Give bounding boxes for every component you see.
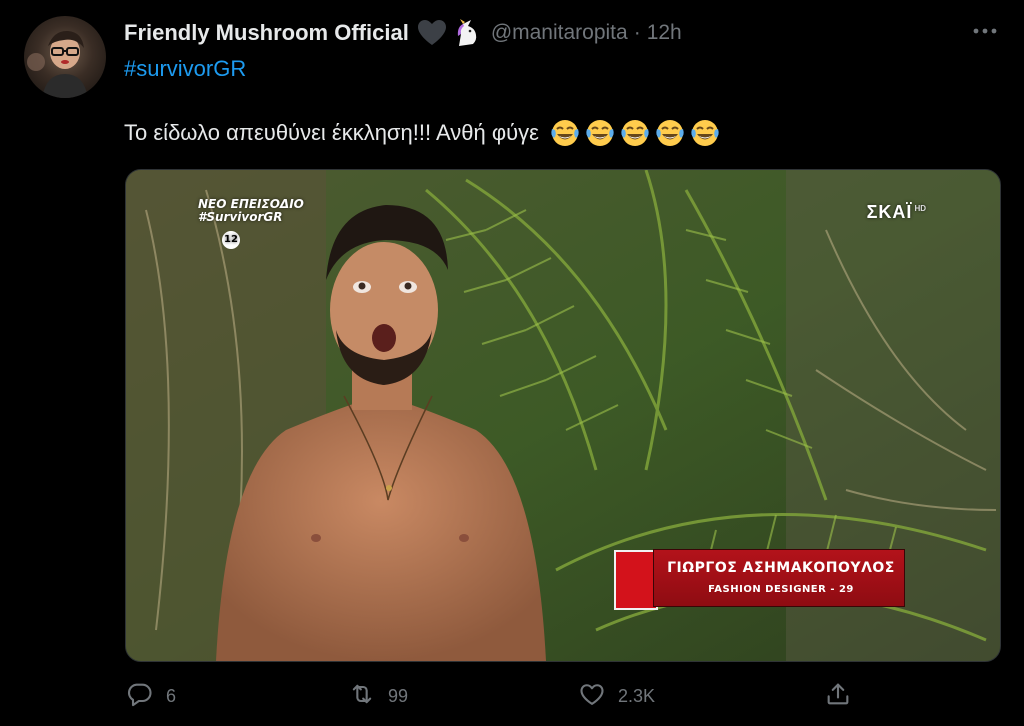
contestant-role: FASHION DESIGNER - 29 — [708, 584, 854, 595]
age-rating-badge: 12 — [222, 231, 240, 249]
channel-hd-label: HD — [914, 204, 926, 213]
retweet-icon — [348, 680, 376, 713]
retweet-button[interactable]: 99 — [348, 680, 408, 712]
tweet-text: Το είδωλο απευθύνει έκκληση!!! Ανθή φύγε — [124, 120, 539, 145]
tweet-header: Friendly Mushroom Official @manitaropita… — [124, 19, 682, 47]
display-name[interactable]: Friendly Mushroom Official — [124, 20, 409, 46]
action-bar: 6 99 2.3K — [124, 680, 884, 712]
reply-button[interactable]: 6 — [126, 680, 176, 712]
channel-logo: ΣΚΑΪ HD — [867, 202, 926, 223]
reply-count: 6 — [166, 685, 177, 706]
share-icon — [824, 680, 852, 713]
more-options-icon[interactable] — [970, 20, 1000, 42]
face-with-tears-of-joy-icon — [689, 117, 721, 149]
separator-dot: · — [633, 21, 641, 44]
survivor-logo-tag — [614, 550, 658, 610]
avatar[interactable] — [24, 16, 106, 98]
channel-name: ΣΚΑΪ — [866, 202, 913, 222]
face-with-tears-of-joy-icon — [584, 117, 616, 149]
retweet-count: 99 — [388, 685, 409, 706]
contestant-name: ΓΙΩΡΓΟΣ ΑΣΗΜΑΚΟΠΟΥΛΟΣ — [667, 560, 895, 576]
face-with-tears-of-joy-icon — [549, 117, 581, 149]
tweet: Friendly Mushroom Official @manitaropita… — [0, 0, 1024, 726]
tweet-time[interactable]: 12h — [647, 21, 682, 45]
episode-overlay: 12 ΝΕΟ ΕΠΕΙΣΟΔΙΟ #SurvivorGR — [174, 198, 304, 249]
hashtag-link[interactable]: #survivorGR — [124, 56, 246, 82]
lower-third-banner — [654, 550, 904, 606]
face-with-tears-of-joy-icon — [654, 117, 686, 149]
face-with-tears-of-joy-icon — [619, 117, 651, 149]
heart-icon — [578, 680, 606, 713]
episode-line-2: #SurvivorGR — [198, 210, 283, 224]
lower-third-caption: ΓΙΩΡΓΟΣ ΑΣΗΜΑΚΟΠΟΥΛΟΣ FASHION DESIGNER -… — [614, 546, 904, 612]
reply-icon — [126, 680, 154, 713]
black-heart-icon — [417, 19, 447, 47]
like-count: 2.3K — [618, 685, 656, 706]
share-button[interactable] — [824, 680, 852, 712]
tweet-body: Το είδωλο απευθύνει έκκληση!!! Ανθή φύγε — [124, 117, 721, 149]
unicorn-icon — [451, 18, 481, 48]
user-handle[interactable]: @manitaropita — [491, 21, 628, 45]
like-button[interactable]: 2.3K — [578, 680, 655, 712]
emoji-row — [549, 117, 721, 149]
tweet-media-image[interactable]: 12 ΝΕΟ ΕΠΕΙΣΟΔΙΟ #SurvivorGR ΣΚΑΪ HD ΓΙΩΡ… — [125, 169, 1001, 662]
